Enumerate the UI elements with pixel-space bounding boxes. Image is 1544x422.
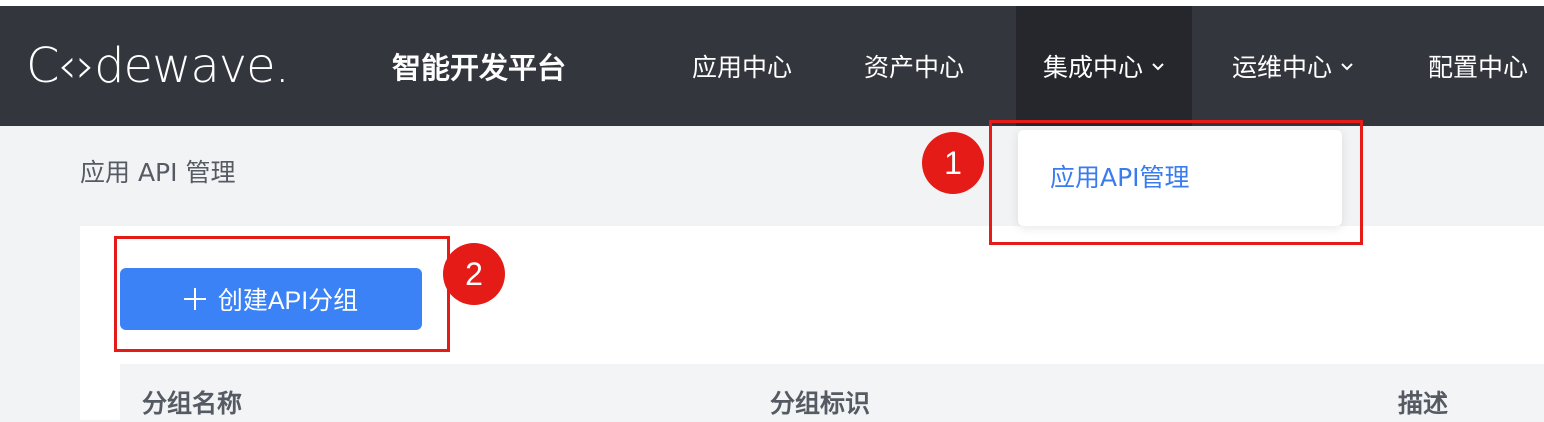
- platform-name: 智能开发平台: [392, 51, 567, 85]
- nav-item-integration-center[interactable]: 集成中心: [1016, 6, 1192, 126]
- annotation-box-2: [114, 236, 450, 352]
- column-header-description: 描述: [1398, 389, 1449, 418]
- nav-item-app-center[interactable]: 应用中心: [692, 6, 792, 126]
- nav-item-config-center[interactable]: 配置中心: [1428, 6, 1528, 126]
- column-header-group-name: 分组名称: [142, 389, 243, 418]
- chevron-down-icon: [1340, 59, 1354, 73]
- chevron-down-icon: [1151, 59, 1165, 73]
- column-header-group-id: 分组标识: [770, 389, 871, 418]
- logo-text: C‹›dewave.: [26, 38, 290, 94]
- top-navbar: C‹›dewave. 智能开发平台 应用中心 资产中心 集成中心 运维中心 配置…: [0, 6, 1544, 126]
- nav-item-label: 运维中心: [1232, 53, 1333, 82]
- annotation-badge-1: 1: [922, 132, 984, 194]
- table-header: 分组名称 分组标识 描述: [120, 364, 1544, 420]
- annotation-badge-2: 2: [443, 243, 505, 305]
- nav-item-asset-center[interactable]: 资产中心: [864, 6, 964, 126]
- annotation-box-1: [989, 120, 1363, 245]
- codewave-logo[interactable]: C‹›dewave.: [26, 36, 290, 96]
- nav-item-label: 资产中心: [864, 53, 965, 82]
- nav-item-label: 应用中心: [692, 53, 793, 82]
- nav-item-label: 集成中心: [1042, 53, 1143, 82]
- nav-item-ops-center[interactable]: 运维中心: [1232, 6, 1354, 126]
- nav-item-label: 配置中心: [1428, 53, 1529, 82]
- page-title: 应用 API 管理: [80, 158, 236, 187]
